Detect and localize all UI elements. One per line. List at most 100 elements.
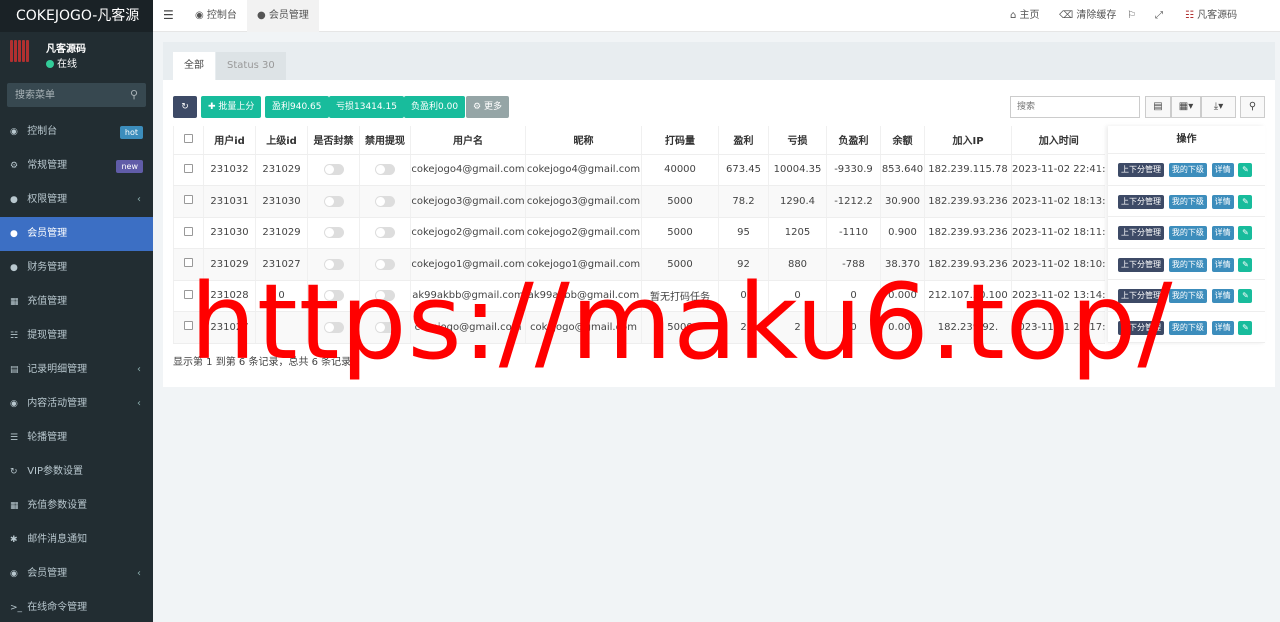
balance-manage-button[interactable]: 上下分管理 bbox=[1118, 163, 1164, 177]
cell-banned-switch[interactable] bbox=[307, 217, 360, 249]
row-checkbox[interactable] bbox=[173, 154, 204, 186]
sidebar-item-recharge[interactable]: ▦ 充值管理 bbox=[0, 285, 153, 319]
more-button[interactable]: ⚙ 更多 bbox=[466, 96, 509, 118]
refresh-button[interactable]: ↻ bbox=[173, 96, 197, 118]
cell-loss: 1290.4 bbox=[768, 185, 827, 218]
terminal-icon: >_ bbox=[10, 603, 23, 613]
detail-button[interactable]: 详情 bbox=[1211, 257, 1234, 272]
hot-badge: hot bbox=[119, 126, 143, 139]
sidebar-item-members[interactable]: ● 会员管理 bbox=[0, 217, 153, 251]
toggle-switch[interactable] bbox=[375, 227, 395, 238]
cell-withdraw-switch[interactable] bbox=[359, 154, 411, 186]
toggle-switch[interactable] bbox=[323, 227, 344, 238]
sidebar-item-withdraw[interactable]: ☵ 提现管理 bbox=[0, 319, 153, 353]
cell-withdraw-switch[interactable] bbox=[359, 185, 411, 218]
cell-withdraw-switch[interactable] bbox=[359, 217, 411, 249]
subordinates-button[interactable]: 我的下级 bbox=[1168, 257, 1207, 272]
detail-button[interactable]: 详情 bbox=[1211, 194, 1234, 209]
user-circle-icon: ◉ bbox=[10, 569, 18, 579]
col-bet-volume[interactable]: 打码量 bbox=[641, 126, 719, 155]
detail-button[interactable]: 详情 bbox=[1211, 226, 1234, 240]
sidebar-item-recharge-params[interactable]: ▦ 充值参数设置 bbox=[0, 489, 153, 523]
subordinates-button[interactable]: 我的下级 bbox=[1168, 194, 1207, 209]
cell-banned-switch[interactable] bbox=[307, 185, 360, 218]
col-withdraw-disabled[interactable]: 禁用提现 bbox=[359, 126, 411, 155]
tab-dashboard[interactable]: ◉ 控制台 bbox=[185, 0, 247, 32]
select-all-checkbox[interactable] bbox=[173, 126, 204, 155]
table-search-input[interactable] bbox=[1011, 97, 1139, 117]
search-icon[interactable]: ⚲ bbox=[130, 88, 138, 101]
menu-search-input[interactable] bbox=[7, 83, 146, 107]
new-badge: new bbox=[116, 160, 143, 173]
col-username[interactable]: 用户名 bbox=[410, 126, 526, 155]
toggle-switch[interactable] bbox=[323, 164, 344, 175]
edit-pencil-icon[interactable]: ✎ bbox=[1238, 289, 1253, 303]
sidebar-item-content[interactable]: ◉ 内容活动管理 ‹ bbox=[0, 387, 153, 421]
detail-button[interactable]: 详情 bbox=[1211, 289, 1234, 303]
profit-button[interactable]: 盈利940.65 bbox=[265, 96, 329, 118]
edit-pencil-icon[interactable]: ✎ bbox=[1238, 163, 1253, 177]
language-icon[interactable]: ⚐ bbox=[1127, 0, 1136, 32]
cell-user-id: 231032 bbox=[203, 154, 256, 186]
col-banned[interactable]: 是否封禁 bbox=[307, 126, 360, 155]
col-nickname[interactable]: 昵称 bbox=[525, 126, 642, 155]
batch-add-button[interactable]: ✚ 批量上分 bbox=[201, 96, 262, 118]
home-link[interactable]: ⌂ 主页 bbox=[1010, 0, 1040, 32]
col-user-id[interactable]: 用户id bbox=[203, 126, 256, 155]
subordinates-button[interactable]: 我的下级 bbox=[1168, 226, 1207, 240]
sidebar-item-terminal[interactable]: >_ 在线命令管理 bbox=[0, 591, 153, 622]
col-negative-profit[interactable]: 负盈利 bbox=[826, 126, 881, 155]
home-icon: ⌂ bbox=[1010, 10, 1017, 21]
toggle-view-button[interactable]: ▤ bbox=[1145, 96, 1171, 118]
subordinates-button[interactable]: 我的下级 bbox=[1168, 163, 1207, 177]
edit-pencil-icon[interactable]: ✎ bbox=[1238, 320, 1253, 335]
edit-pencil-icon[interactable]: ✎ bbox=[1238, 257, 1253, 272]
toggle-switch[interactable] bbox=[375, 164, 395, 175]
edit-pencil-icon[interactable]: ✎ bbox=[1238, 194, 1253, 209]
col-profit[interactable]: 盈利 bbox=[718, 126, 769, 155]
toggle-switch[interactable] bbox=[375, 195, 395, 207]
toggle-switch[interactable] bbox=[323, 195, 344, 207]
loss-button[interactable]: 亏损13414.15 bbox=[329, 96, 404, 118]
balance-manage-button[interactable]: 上下分管理 bbox=[1118, 194, 1164, 209]
tab-all[interactable]: 全部 bbox=[173, 52, 215, 80]
sidebar-item-members-2[interactable]: ◉ 会员管理 ‹ bbox=[0, 557, 153, 591]
admin-menu[interactable]: ☷ 凡客源码 bbox=[1185, 0, 1237, 32]
col-join-time[interactable]: 加入时间 bbox=[1011, 126, 1106, 155]
export-button[interactable]: ⤓▾ bbox=[1201, 96, 1236, 118]
row-checkbox[interactable] bbox=[173, 217, 204, 249]
user-status: 在线 bbox=[46, 55, 77, 70]
sidebar-item-dashboard[interactable]: ◉ 控制台 hot bbox=[0, 115, 153, 149]
search-button[interactable]: ⚲ bbox=[1240, 96, 1265, 118]
sidebar-item-finance[interactable]: ● 财务管理 bbox=[0, 251, 153, 285]
sidebar-item-vip[interactable]: ↻ VIP参数设置 bbox=[0, 455, 153, 489]
subordinates-button[interactable]: 我的下级 bbox=[1168, 320, 1207, 335]
columns-button[interactable]: ▦▾ bbox=[1171, 96, 1201, 118]
edit-pencil-icon[interactable]: ✎ bbox=[1238, 226, 1253, 240]
negative-profit-button[interactable]: 负盈利0.00 bbox=[404, 96, 466, 118]
table-icon: ▤ bbox=[1153, 101, 1163, 112]
sidebar-item-mail[interactable]: ✱ 邮件消息通知 bbox=[0, 523, 153, 557]
chevron-left-icon: ‹ bbox=[137, 398, 141, 409]
sidebar-item-records[interactable]: ▤ 记录明细管理 ‹ bbox=[0, 353, 153, 387]
clear-cache-button[interactable]: ⌫ 清除缓存 bbox=[1059, 0, 1116, 32]
brand-logo[interactable]: COKEJOGO-凡客源 bbox=[0, 0, 153, 32]
tab-members[interactable]: ● 会员管理 bbox=[247, 0, 319, 32]
tab-status-30[interactable]: Status 30 bbox=[216, 52, 286, 80]
detail-button[interactable]: 详情 bbox=[1211, 320, 1234, 335]
balance-manage-button[interactable]: 上下分管理 bbox=[1118, 226, 1164, 240]
subordinates-button[interactable]: 我的下级 bbox=[1168, 289, 1207, 303]
col-loss[interactable]: 亏损 bbox=[768, 126, 827, 155]
col-balance[interactable]: 余额 bbox=[880, 126, 925, 155]
menu-toggle-icon[interactable]: ☰ bbox=[163, 8, 174, 22]
row-checkbox[interactable] bbox=[173, 185, 204, 218]
sidebar-item-carousel[interactable]: ☰ 轮播管理 bbox=[0, 421, 153, 455]
fullscreen-icon[interactable]: ⤢ bbox=[1155, 0, 1163, 32]
col-join-ip[interactable]: 加入IP bbox=[924, 126, 1012, 155]
sidebar-item-general[interactable]: ⚙ 常规管理 new bbox=[0, 149, 153, 183]
cell-banned-switch[interactable] bbox=[307, 154, 360, 186]
bars-icon: ☰ bbox=[10, 433, 19, 443]
col-parent-id[interactable]: 上级id bbox=[255, 126, 308, 155]
detail-button[interactable]: 详情 bbox=[1211, 163, 1234, 177]
sidebar-item-auth[interactable]: ● 权限管理 ‹ bbox=[0, 183, 153, 217]
